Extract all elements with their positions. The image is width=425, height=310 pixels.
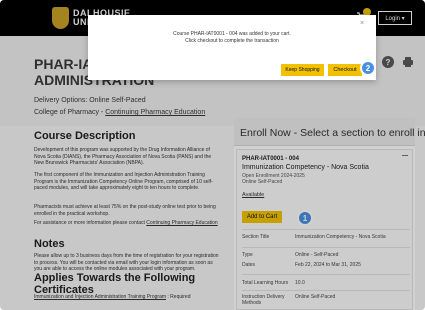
modal-message-line-1: Course PHAR-IAT0001 - 004 was added to y… — [173, 31, 291, 37]
page-frame: DALHOUSIE UNIVERSITY Login ▾ PHAR-IAT000… — [0, 0, 425, 310]
checkout-button[interactable]: Checkout — [328, 64, 362, 76]
modal-message-line-2: Click checkout to complete the transacti… — [185, 38, 279, 44]
step-2-marker: 2 — [360, 60, 376, 76]
cart-confirmation-modal: × Course PHAR-IAT0001 - 004 was added to… — [88, 15, 376, 80]
close-icon[interactable]: × — [360, 20, 364, 27]
keep-shopping-button[interactable]: Keep Shopping — [281, 64, 324, 76]
modal-message: Course PHAR-IAT0001 - 004 was added to y… — [88, 31, 376, 45]
